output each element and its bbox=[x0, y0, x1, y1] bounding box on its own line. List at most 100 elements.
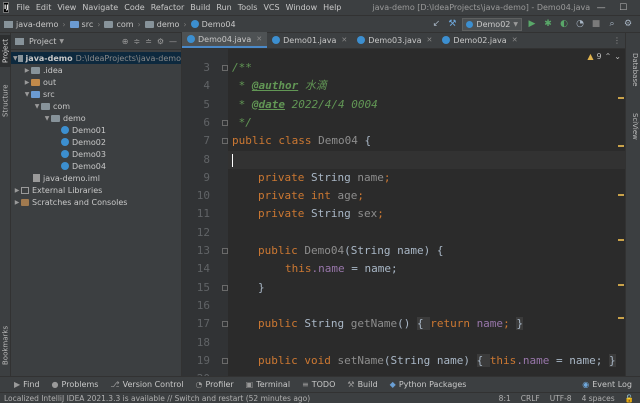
expanded-arrow-icon[interactable]: ▼ bbox=[33, 103, 41, 110]
run-configuration-select[interactable]: Demo02 ▼ bbox=[462, 17, 522, 31]
more-icon[interactable]: ⋮ bbox=[613, 36, 625, 45]
breadcrumb-com[interactable]: com bbox=[104, 20, 134, 29]
chevron-down-icon[interactable]: ▼ bbox=[59, 38, 64, 45]
build-hammer-icon[interactable]: ⚒ bbox=[446, 18, 458, 30]
minimize-button[interactable]: — bbox=[590, 3, 612, 13]
tree-item-java-demo[interactable]: ▼ java-demo D:\IdeaProjects\java-demo bbox=[11, 52, 181, 64]
search-icon[interactable]: ⌕ bbox=[606, 18, 618, 30]
run-icon[interactable]: ▶ bbox=[526, 18, 538, 30]
close-icon[interactable]: ✕ bbox=[341, 36, 347, 44]
tab-demo03[interactable]: Demo03.java ✕ bbox=[352, 32, 437, 48]
caret-position[interactable]: 8:1 bbox=[499, 394, 511, 403]
problems-tool-button[interactable]: ● Problems bbox=[52, 380, 99, 389]
find-tool-button[interactable]: ▶ Find bbox=[14, 380, 40, 389]
tree-item-out[interactable]: ▶ out bbox=[11, 76, 181, 88]
warning-marker[interactable] bbox=[618, 284, 624, 286]
lock-icon[interactable]: 🔓 bbox=[625, 394, 634, 403]
project-tool-tab[interactable]: Project bbox=[0, 35, 11, 67]
tab-demo02[interactable]: Demo02.java ✕ bbox=[437, 32, 522, 48]
file-encoding[interactable]: UTF-8 bbox=[550, 394, 572, 403]
indent-setting[interactable]: 4 spaces bbox=[582, 394, 615, 403]
terminal-tool-button[interactable]: ▣ Terminal bbox=[246, 380, 290, 389]
breadcrumb-demo04[interactable]: Demo04 bbox=[190, 20, 236, 29]
hide-panel-icon[interactable]: — bbox=[169, 37, 177, 46]
back-icon[interactable]: ↙ bbox=[430, 18, 442, 30]
coverage-icon[interactable]: ◐ bbox=[558, 18, 570, 30]
breadcrumb-project[interactable]: java-demo bbox=[4, 20, 58, 29]
tree-item-scratches[interactable]: ▶ Scratches and Consoles bbox=[11, 196, 181, 208]
event-log-tool-button[interactable]: ◉ Event Log bbox=[582, 380, 632, 389]
breadcrumb-src[interactable]: src bbox=[69, 20, 93, 29]
menu-run[interactable]: Run bbox=[213, 3, 234, 12]
profiler-tool-button[interactable]: ◔ Profiler bbox=[196, 380, 234, 389]
code-editor[interactable]: /** * @author 水滴 * @date 2022/4/4 0004 *… bbox=[228, 49, 625, 376]
version-control-tool-button[interactable]: ⎇ Version Control bbox=[110, 380, 183, 389]
project-panel-title[interactable]: Project bbox=[29, 37, 56, 46]
build-tool-button[interactable]: ⚒ Build bbox=[347, 380, 377, 389]
tree-item-demo03[interactable]: Demo03 bbox=[11, 148, 181, 160]
expanded-arrow-icon[interactable]: ▼ bbox=[23, 91, 31, 98]
stop-icon[interactable]: ■ bbox=[590, 18, 602, 30]
menu-file[interactable]: File bbox=[13, 3, 32, 12]
folded-region[interactable]: } bbox=[609, 353, 616, 367]
todo-tool-button[interactable]: ≡ TODO bbox=[302, 380, 335, 389]
menu-view[interactable]: View bbox=[54, 3, 79, 12]
python-packages-tool-button[interactable]: ◆ Python Packages bbox=[390, 380, 467, 389]
locate-file-icon[interactable]: ⊕ bbox=[122, 37, 129, 46]
collapsed-arrow-icon[interactable]: ▶ bbox=[13, 187, 21, 194]
close-icon[interactable]: ✕ bbox=[427, 36, 433, 44]
chevron-up-icon[interactable]: ⌃ bbox=[605, 52, 612, 61]
tree-item-external-libraries[interactable]: ▶ External Libraries bbox=[11, 184, 181, 196]
editor-scrollbar[interactable] bbox=[617, 49, 625, 376]
collapsed-arrow-icon[interactable]: ▶ bbox=[13, 199, 21, 206]
warning-marker[interactable] bbox=[618, 145, 624, 147]
collapse-all-icon[interactable]: ≐ bbox=[145, 37, 152, 46]
tree-item-demo01[interactable]: Demo01 bbox=[11, 124, 181, 136]
menu-help[interactable]: Help bbox=[320, 3, 344, 12]
tree-item-idea[interactable]: ▶ .idea bbox=[11, 64, 181, 76]
expand-all-icon[interactable]: ≑ bbox=[133, 37, 140, 46]
tab-demo01[interactable]: Demo01.java ✕ bbox=[267, 32, 352, 48]
tree-item-demo[interactable]: ▼ demo bbox=[11, 112, 181, 124]
warning-marker[interactable] bbox=[618, 97, 624, 99]
menu-navigate[interactable]: Navigate bbox=[79, 3, 121, 12]
warning-marker[interactable] bbox=[618, 239, 624, 241]
bookmarks-tool-tab[interactable]: Bookmarks bbox=[0, 323, 11, 367]
profile-icon[interactable]: ◔ bbox=[574, 18, 586, 30]
tree-item-com[interactable]: ▼ com bbox=[11, 100, 181, 112]
close-icon[interactable]: ✕ bbox=[512, 36, 518, 44]
folded-region[interactable]: { bbox=[416, 317, 431, 331]
status-message[interactable]: Localized IntelliJ IDEA 2021.3.3 is avai… bbox=[4, 394, 310, 403]
tree-item-iml[interactable]: java-demo.iml bbox=[11, 172, 181, 184]
structure-tool-tab[interactable]: Structure bbox=[0, 81, 11, 121]
tree-item-demo02[interactable]: Demo02 bbox=[11, 136, 181, 148]
warning-marker[interactable] bbox=[618, 317, 624, 319]
debug-icon[interactable]: ✱ bbox=[542, 18, 554, 30]
maximize-button[interactable]: ☐ bbox=[612, 3, 634, 13]
line-separator[interactable]: CRLF bbox=[521, 394, 540, 403]
menu-build[interactable]: Build bbox=[187, 3, 213, 12]
folded-region[interactable]: { bbox=[476, 353, 490, 367]
gear-icon[interactable]: ⚙ bbox=[622, 18, 634, 30]
sciview-tool-tab[interactable]: SciView bbox=[628, 113, 639, 140]
gear-icon[interactable]: ⚙ bbox=[157, 37, 164, 46]
menu-edit[interactable]: Edit bbox=[33, 3, 55, 12]
collapsed-arrow-icon[interactable]: ▶ bbox=[23, 79, 31, 86]
tree-item-demo04[interactable]: Demo04 bbox=[11, 160, 181, 172]
expanded-arrow-icon[interactable]: ▼ bbox=[43, 115, 51, 122]
tree-item-src[interactable]: ▼ src bbox=[11, 88, 181, 100]
collapsed-arrow-icon[interactable]: ▶ bbox=[23, 67, 31, 74]
close-icon[interactable]: ✕ bbox=[256, 35, 262, 43]
close-window-button[interactable]: ✕ bbox=[634, 3, 640, 13]
menu-code[interactable]: Code bbox=[121, 3, 147, 12]
tab-demo04[interactable]: Demo04.java ✕ bbox=[182, 32, 268, 48]
menu-tools[interactable]: Tools bbox=[235, 3, 261, 12]
warning-marker[interactable] bbox=[618, 194, 624, 196]
editor-gutter[interactable]: 3 4 5 6 7 8 9 10 11 12 13 14 15 16 17 18… bbox=[182, 49, 228, 376]
breadcrumb-demo[interactable]: demo bbox=[144, 20, 179, 29]
database-tool-tab[interactable]: Database bbox=[628, 53, 639, 86]
inspection-indicator[interactable]: ▲ 9 ⌃ ⌄ bbox=[587, 52, 621, 61]
menu-window[interactable]: Window bbox=[283, 3, 321, 12]
menu-vcs[interactable]: VCS bbox=[260, 3, 282, 12]
menu-refactor[interactable]: Refactor bbox=[148, 3, 188, 12]
